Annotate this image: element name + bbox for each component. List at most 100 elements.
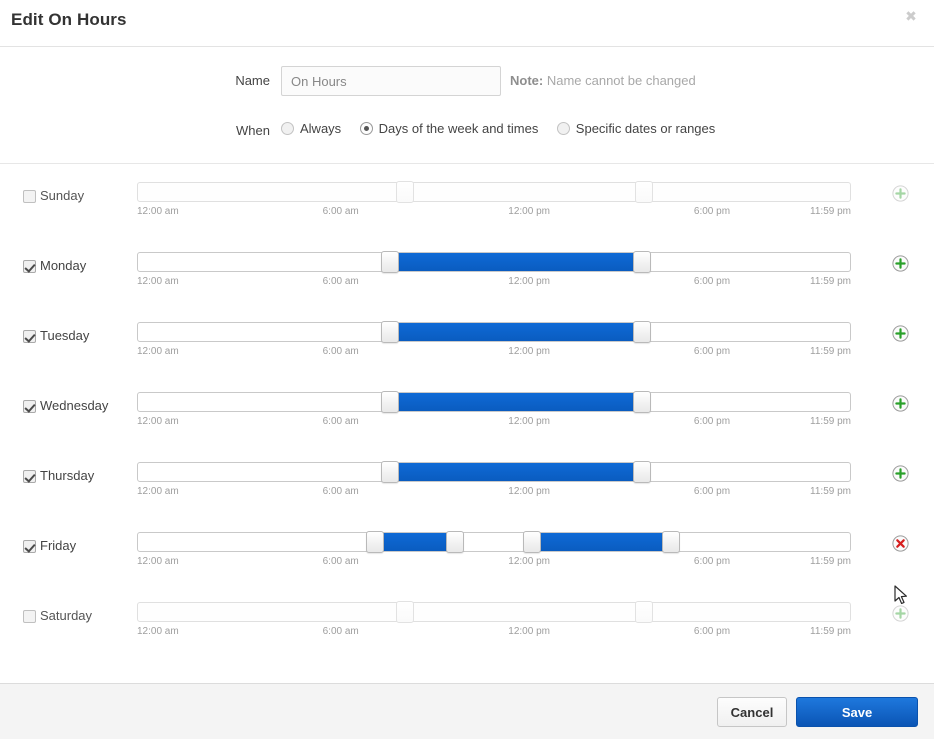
day-row-tuesday: Tuesday12:00 am6:00 am12:00 pm6:00 pm11:…	[0, 304, 934, 374]
slider-handle-2[interactable]	[633, 251, 651, 273]
tick-label: 12:00 am	[137, 626, 179, 637]
tick-label: 11:59 pm	[810, 206, 851, 217]
radio-dot-icon	[281, 122, 294, 135]
slider-handle-2[interactable]	[635, 181, 653, 203]
slider-range-fill-1[interactable]	[391, 463, 643, 481]
slider-handle-1[interactable]	[381, 321, 399, 343]
tick-label: 6:00 am	[323, 346, 359, 357]
day-row-monday: Monday12:00 am6:00 am12:00 pm6:00 pm11:5…	[0, 234, 934, 304]
radio-option-days-of-week[interactable]: Days of the week and times	[360, 116, 539, 142]
day-checkbox-wednesday[interactable]	[23, 400, 36, 413]
slider-tick-labels: 12:00 am6:00 am12:00 pm6:00 pm11:59 pm	[137, 416, 851, 430]
dialog-footer: Cancel Save	[0, 683, 934, 739]
radio-dot-selected-icon	[360, 122, 373, 135]
add-time-range-icon[interactable]	[892, 325, 909, 342]
slider-tick-labels: 12:00 am6:00 am12:00 pm6:00 pm11:59 pm	[137, 346, 851, 360]
slider-handle-3[interactable]	[523, 531, 541, 553]
slider-range-fill-1[interactable]	[391, 393, 643, 411]
add-time-range-icon[interactable]	[892, 395, 909, 412]
time-range-slider-wednesday[interactable]	[137, 392, 851, 412]
slider-range-fill-1[interactable]	[391, 323, 643, 341]
day-checkbox-monday[interactable]	[23, 260, 36, 273]
tick-label: 6:00 am	[323, 206, 359, 217]
add-time-range-icon[interactable]	[892, 255, 909, 272]
day-label-wednesday: Wednesday	[40, 390, 108, 422]
tick-label: 12:00 pm	[508, 206, 550, 217]
day-row-sunday: Sunday12:00 am6:00 am12:00 pm6:00 pm11:5…	[0, 164, 934, 234]
slider-tick-labels: 12:00 am6:00 am12:00 pm6:00 pm11:59 pm	[137, 206, 851, 220]
tick-label: 6:00 pm	[694, 416, 730, 427]
radio-option-always[interactable]: Always	[281, 116, 341, 142]
slider-handle-2[interactable]	[633, 461, 651, 483]
slider-handle-2[interactable]	[633, 321, 651, 343]
dialog-form-area: Name Note: Name cannot be changed When A…	[0, 47, 934, 164]
tick-label: 12:00 am	[137, 346, 179, 357]
day-label-tuesday: Tuesday	[40, 320, 89, 352]
radio-label-always: Always	[300, 121, 341, 136]
day-checkbox-friday[interactable]	[23, 540, 36, 553]
tick-label: 6:00 am	[323, 626, 359, 637]
tick-label: 12:00 pm	[508, 556, 550, 567]
slider-handle-1[interactable]	[381, 461, 399, 483]
time-range-slider-monday[interactable]	[137, 252, 851, 272]
remove-time-range-icon[interactable]	[892, 535, 909, 552]
slider-range-fill-1[interactable]	[391, 253, 643, 271]
tick-label: 12:00 pm	[508, 486, 550, 497]
day-label-friday: Friday	[40, 530, 76, 562]
time-range-slider-sunday[interactable]	[137, 182, 851, 202]
day-checkbox-thursday[interactable]	[23, 470, 36, 483]
radio-label-specific-dates: Specific dates or ranges	[576, 121, 715, 136]
time-range-slider-saturday[interactable]	[137, 602, 851, 622]
day-label-saturday: Saturday	[40, 600, 92, 632]
slider-handle-1[interactable]	[366, 531, 384, 553]
tick-label: 6:00 pm	[694, 486, 730, 497]
slider-track[interactable]	[137, 182, 851, 202]
radio-option-specific-dates[interactable]: Specific dates or ranges	[557, 116, 715, 142]
tick-label: 11:59 pm	[810, 416, 851, 427]
add-time-range-icon[interactable]	[892, 605, 909, 622]
tick-label: 12:00 pm	[508, 346, 550, 357]
day-label-sunday: Sunday	[40, 180, 84, 212]
close-icon[interactable]: ✖	[901, 6, 921, 26]
tick-label: 12:00 pm	[508, 276, 550, 287]
tick-label: 12:00 pm	[508, 626, 550, 637]
tick-label: 12:00 am	[137, 556, 179, 567]
edit-on-hours-dialog: Edit On Hours ✖ Name Note: Name cannot b…	[0, 0, 934, 739]
radio-label-days-of-week: Days of the week and times	[379, 121, 539, 136]
day-label-thursday: Thursday	[40, 460, 94, 492]
tick-label: 6:00 pm	[694, 346, 730, 357]
when-row: When Always Days of the week and times S…	[0, 116, 934, 142]
slider-handle-2[interactable]	[635, 601, 653, 623]
slider-handle-2[interactable]	[633, 391, 651, 413]
name-note: Note: Name cannot be changed	[510, 66, 696, 96]
day-checkbox-tuesday[interactable]	[23, 330, 36, 343]
tick-label: 12:00 am	[137, 416, 179, 427]
day-checkbox-sunday[interactable]	[23, 190, 36, 203]
slider-handle-1[interactable]	[381, 391, 399, 413]
cancel-button[interactable]: Cancel	[717, 697, 787, 727]
slider-tick-labels: 12:00 am6:00 am12:00 pm6:00 pm11:59 pm	[137, 486, 851, 500]
slider-track[interactable]	[137, 602, 851, 622]
add-time-range-icon[interactable]	[892, 465, 909, 482]
slider-handle-1[interactable]	[381, 251, 399, 273]
tick-label: 11:59 pm	[810, 626, 851, 637]
slider-handle-2[interactable]	[446, 531, 464, 553]
save-button[interactable]: Save	[796, 697, 918, 727]
dialog-header: Edit On Hours ✖	[0, 0, 934, 47]
slider-range-fill-1[interactable]	[376, 533, 456, 551]
time-range-slider-thursday[interactable]	[137, 462, 851, 482]
name-input[interactable]	[281, 66, 501, 96]
time-range-slider-tuesday[interactable]	[137, 322, 851, 342]
add-time-range-icon[interactable]	[892, 185, 909, 202]
slider-handle-1[interactable]	[396, 181, 414, 203]
time-range-slider-friday[interactable]	[137, 532, 851, 552]
day-row-saturday: Saturday12:00 am6:00 am12:00 pm6:00 pm11…	[0, 584, 934, 654]
when-radio-group: Always Days of the week and times Specif…	[281, 116, 729, 142]
day-label-monday: Monday	[40, 250, 86, 282]
slider-handle-4[interactable]	[662, 531, 680, 553]
tick-label: 11:59 pm	[810, 486, 851, 497]
day-checkbox-saturday[interactable]	[23, 610, 36, 623]
slider-handle-1[interactable]	[396, 601, 414, 623]
slider-track[interactable]	[137, 532, 851, 552]
slider-range-fill-2[interactable]	[533, 533, 672, 551]
